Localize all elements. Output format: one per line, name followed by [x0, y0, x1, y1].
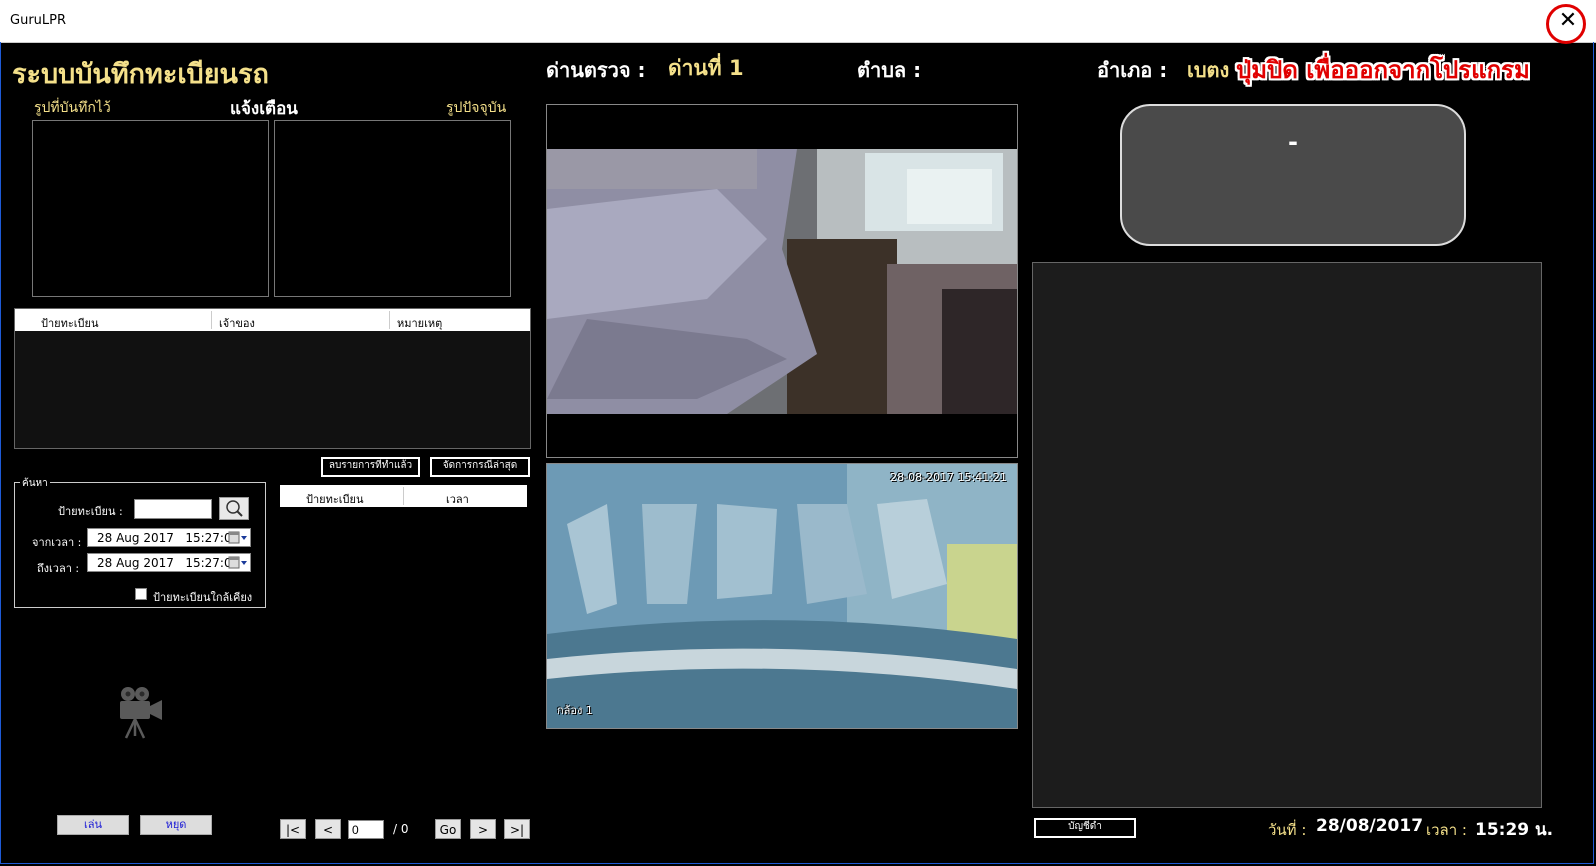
from-time-value: 28 Aug 2017 15:27:00 — [97, 531, 240, 545]
plate-search-input[interactable] — [134, 499, 212, 519]
video-camera-icon[interactable] — [116, 686, 164, 740]
search-button[interactable] — [219, 497, 249, 520]
column-divider — [389, 311, 390, 329]
snapshot-frame: 28-08-2017 15:41:21 กล้อง 1 — [546, 463, 1018, 729]
calendar-dropdown-icon[interactable] — [228, 531, 248, 545]
to-time-label: ถึงเวลา : — [37, 562, 80, 575]
live-video-frame — [546, 104, 1018, 458]
prev-page-button[interactable]: < — [315, 819, 341, 839]
date-value: 28/08/2017 — [1316, 816, 1424, 836]
near-plate-label: ป้ายทะเบียนใกล้เคียง — [153, 591, 253, 604]
time-label: เวลา : — [1426, 821, 1467, 839]
magnifier-icon — [226, 500, 243, 517]
window-title: GuruLPR — [10, 13, 67, 28]
alert-table[interactable]: ป้ายทะเบียน เจ้าของ หมายเหตุ — [14, 308, 531, 449]
column-header-note[interactable]: หมายเหตุ — [397, 314, 442, 332]
go-page-button[interactable]: Go — [435, 819, 461, 839]
video-timestamp-overlay: 28-08-2017 15:41:21 — [890, 471, 1007, 484]
from-time-label: จากเวลา : — [32, 536, 82, 549]
column-header-plate[interactable]: ป้ายทะเบียน — [306, 490, 363, 508]
district-label: อำเภอ : — [1097, 58, 1168, 82]
near-plate-checkbox[interactable] — [135, 588, 147, 600]
close-hint-annotation: ปุ่มปิด เพื่อออกจากโปรแกรม — [1236, 56, 1530, 84]
page-total: / 0 — [393, 822, 409, 836]
last-page-button[interactable]: >| — [504, 819, 530, 839]
current-image-label: รูปปัจจุบัน — [446, 100, 507, 116]
plate-display-value: - — [1288, 128, 1298, 156]
date-label: วันที่ : — [1268, 821, 1307, 839]
first-page-button[interactable]: |< — [280, 819, 306, 839]
to-time-value: 28 Aug 2017 15:27:00 — [97, 556, 240, 570]
alert-table-header: ป้ายทะเบียน เจ้าของ หมายเหตุ — [15, 309, 530, 331]
time-value: 15:29 น. — [1475, 820, 1554, 840]
app-title: ระบบบันทึกทะเบียนรถ — [12, 59, 269, 90]
calendar-dropdown-icon[interactable] — [228, 556, 248, 570]
district-value: เบตง — [1187, 58, 1230, 82]
column-header-time[interactable]: เวลา — [446, 490, 469, 508]
saved-image-box — [32, 120, 269, 297]
checkpoint-value: ด่านที่ 1 — [668, 56, 744, 80]
column-divider — [211, 311, 212, 329]
snapshot-image — [547, 464, 1017, 728]
result-table-header: ป้ายทะเบียน เวลา — [280, 485, 527, 507]
to-time-picker[interactable]: 28 Aug 2017 15:27:00 — [87, 553, 251, 572]
column-header-owner[interactable]: เจ้าของ — [219, 314, 255, 332]
title-bar: GuruLPR ✕ — [0, 0, 1596, 43]
plate-search-label: ป้ายทะเบียน : — [58, 505, 123, 518]
detail-panel — [1032, 262, 1542, 808]
live-video-image — [547, 149, 1017, 414]
from-time-picker[interactable]: 28 Aug 2017 15:27:00 — [87, 528, 251, 547]
manage-latest-button[interactable]: จัดการกรณีล่าสุด — [429, 456, 531, 478]
search-group-legend: ค้นหา — [20, 476, 50, 491]
subdistrict-label: ตำบล : — [857, 58, 922, 82]
alert-label: แจ้งเตือน — [230, 99, 298, 119]
column-header-plate[interactable]: ป้ายทะเบียน — [41, 314, 98, 332]
clear-done-button[interactable]: ลบรายการที่ทำแล้ว — [320, 456, 421, 478]
video-camera-overlay: กล้อง 1 — [557, 704, 593, 717]
saved-image-label: รูปที่บันทึกไว้ — [34, 100, 111, 116]
close-highlight-circle — [1546, 4, 1586, 44]
stop-button[interactable]: หยุด — [140, 815, 212, 835]
page-number-input[interactable] — [348, 820, 384, 839]
checkpoint-label: ด่านตรวจ : — [546, 58, 646, 82]
play-button[interactable]: เล่น — [57, 815, 129, 835]
blacklist-button[interactable]: บัญชีดำ — [1033, 817, 1137, 839]
next-page-button[interactable]: > — [470, 819, 496, 839]
current-image-box — [274, 120, 511, 297]
plate-display: - — [1120, 104, 1466, 246]
column-divider — [403, 487, 404, 505]
